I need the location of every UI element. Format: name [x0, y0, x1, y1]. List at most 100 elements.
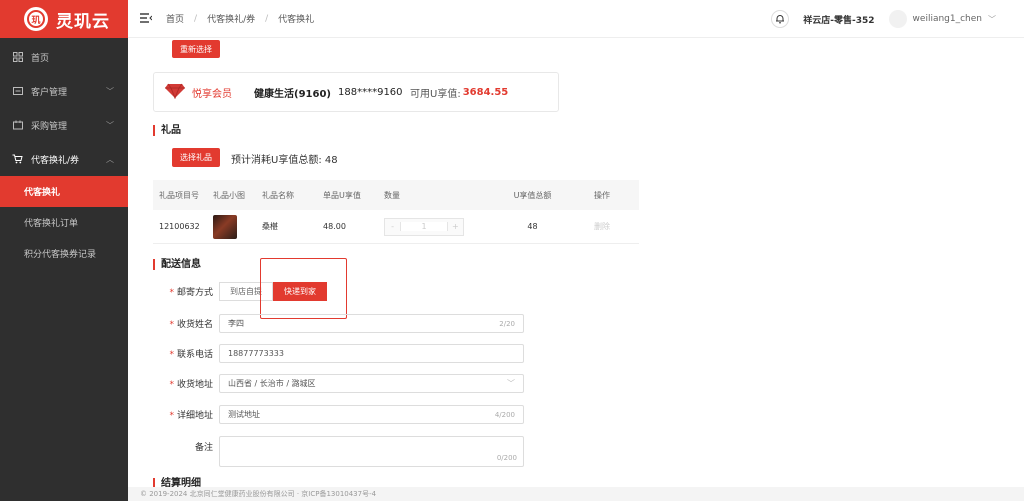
column-header: 操作: [594, 190, 610, 200]
member-level: 悦享会员: [192, 88, 232, 100]
required-mark: *: [169, 350, 174, 360]
label-text: 详细地址: [176, 411, 213, 421]
char-count: 4/200: [494, 410, 515, 419]
balance-value: 3684.55: [462, 86, 509, 98]
column-header: 礼品小图: [213, 190, 245, 200]
form-label: 备注: [194, 443, 213, 453]
sidebar-subitem-gift-exchange[interactable]: 代客换礼: [0, 176, 128, 207]
chevron-down-icon: ﹀: [106, 86, 114, 96]
remark-row: 备注 0/200: [153, 436, 524, 467]
logo[interactable]: 玑 灵玑云: [0, 0, 128, 38]
bell-icon[interactable]: [771, 10, 790, 28]
input-value: 李四: [228, 319, 244, 328]
select-value: 山西省 / 长治市 / 潞城区: [228, 379, 316, 388]
member-phone: 188****9160: [338, 86, 403, 98]
highlight-annotation: [260, 258, 347, 319]
sidebar-item-home[interactable]: 首页: [0, 40, 128, 74]
gift-id: 12100632: [159, 222, 200, 231]
logo-text: 灵玑云: [56, 11, 110, 32]
input-value: 测试地址: [228, 410, 260, 419]
column-header: 礼品项目号: [159, 190, 199, 200]
address-input[interactable]: 测试地址 4/200: [219, 405, 524, 424]
sidebar-item-label: 采购管理: [31, 121, 68, 132]
form-label: * 联系电话: [153, 347, 219, 360]
diamond-icon: [164, 83, 186, 102]
sidebar-subitem-coupon-records[interactable]: 积分代客换券记录: [0, 238, 128, 269]
breadcrumb-separator: /: [265, 13, 269, 24]
decrement-button[interactable]: -: [385, 222, 400, 231]
grid-icon: [12, 52, 23, 63]
table-header: 礼品项目号 礼品小图 礼品名称 单品U享值 数量 U享值总额 操作: [153, 180, 639, 210]
cart-icon: [12, 154, 23, 165]
sidebar-item-label: 客户管理: [31, 87, 68, 98]
breadcrumb-home[interactable]: 首页: [166, 12, 184, 25]
gift-thumbnail-cell: [213, 214, 262, 239]
breadcrumb-gift[interactable]: 代客换礼/券: [207, 12, 255, 25]
top-header: 首页 / 代客换礼/券 / 代客换礼 祥云店-零售-352 weiliang1_…: [128, 0, 1024, 38]
label-text: 邮寄方式: [176, 288, 213, 298]
sidebar-nav: 首页 客户管理 ﹀ 采购管理 ﹀ 代客换礼/券 ︿ 代客换礼 代客换礼订单 积分…: [0, 40, 128, 269]
delete-link[interactable]: 删除: [582, 221, 639, 232]
quantity-cell: - 1 +: [384, 217, 483, 236]
app-root: 玑 灵玑云 首页 客户管理 ﹀ 采购管理 ﹀ 代客换礼/券 ︿ 代客换礼 代客换…: [0, 0, 1024, 501]
main-content: 重新选择 悦享会员 健康生活(9160) 188****9160 可用U享值: …: [128, 38, 1024, 487]
customer-icon: [12, 86, 23, 97]
gift-section-title: 礼品: [153, 125, 181, 136]
address-row: * 详细地址 测试地址 4/200: [153, 405, 524, 424]
table-row: 12100632 桑椹 48.00 - 1 + 48 删除: [153, 210, 639, 244]
gift-thumbnail[interactable]: [213, 214, 237, 239]
sidebar-subitem-gift-orders[interactable]: 代客换礼订单: [0, 207, 128, 238]
username: weiliang1_chen: [912, 14, 982, 24]
required-mark: *: [169, 380, 174, 390]
input-value: 18877773333: [228, 349, 284, 358]
sidebar-item-purchase[interactable]: 采购管理 ﹀: [0, 108, 128, 142]
gift-unit-value: 48.00: [323, 222, 346, 231]
avatar: [888, 10, 907, 28]
region-row: * 收货地址 山西省 / 长治市 / 潞城区 ﹀: [153, 374, 524, 393]
column-header: 数量: [384, 190, 400, 200]
region-select[interactable]: 山西省 / 长治市 / 潞城区 ﹀: [219, 374, 524, 393]
phone-input[interactable]: 18877773333: [219, 344, 524, 363]
form-label: * 邮寄方式: [153, 285, 219, 298]
label-text: 联系电话: [176, 350, 213, 360]
receiver-name-row: * 收货姓名 李四 2/20: [153, 314, 524, 333]
quantity-value[interactable]: 1: [400, 222, 448, 231]
sidebar-item-gift-exchange[interactable]: 代客换礼/券 ︿: [0, 142, 128, 176]
select-gift-button[interactable]: 选择礼品: [172, 148, 220, 167]
label-text: 收货姓名: [176, 320, 213, 330]
member-card: 悦享会员 健康生活(9160) 188****9160 可用U享值: 3684.…: [153, 72, 559, 112]
label-text: 收货地址: [176, 380, 213, 390]
logo-icon: 玑: [24, 7, 48, 31]
sidebar: 玑 灵玑云 首页 客户管理 ﹀ 采购管理 ﹀ 代客换礼/券 ︿ 代客换礼 代客换…: [0, 0, 128, 501]
menu-toggle-icon[interactable]: [140, 12, 154, 25]
chevron-down-icon: ﹀: [507, 379, 515, 388]
sidebar-item-label: 首页: [31, 53, 50, 64]
required-mark: *: [169, 320, 174, 330]
chevron-up-icon: ︿: [106, 154, 114, 164]
sidebar-item-customers[interactable]: 客户管理 ﹀: [0, 74, 128, 108]
delivery-section-title: 配送信息: [153, 259, 201, 270]
gift-table: 礼品项目号 礼品小图 礼品名称 单品U享值 数量 U享值总额 操作 121006…: [153, 180, 639, 244]
store-name[interactable]: 祥云店-零售-352: [803, 13, 874, 26]
char-count: 2/20: [499, 319, 515, 328]
footer: © 2019-2024 北京同仁堂健康药业股份有限公司 · 京ICP备13010…: [128, 487, 1024, 501]
breadcrumb: 首页 / 代客换礼/券 / 代客换礼: [166, 12, 314, 26]
column-header: 礼品名称: [262, 190, 294, 200]
chevron-down-icon: ﹀: [988, 14, 996, 24]
user-menu[interactable]: weiliang1_chen ﹀: [888, 10, 996, 28]
column-header: 单品U享值: [323, 190, 361, 200]
settlement-section-title: 结算明细: [153, 478, 201, 487]
required-mark: *: [169, 288, 174, 298]
char-count: 0/200: [496, 454, 517, 462]
remark-textarea[interactable]: 0/200: [219, 436, 524, 467]
column-header: U享值总额: [513, 190, 552, 200]
gift-name: 桑椹: [262, 222, 278, 231]
quantity-stepper[interactable]: - 1 +: [384, 217, 464, 236]
receiver-name-input[interactable]: 李四 2/20: [219, 314, 524, 333]
header-right: 祥云店-零售-352 weiliang1_chen ﹀: [771, 0, 996, 38]
required-mark: *: [169, 411, 174, 421]
reselect-button[interactable]: 重新选择: [172, 40, 220, 58]
sidebar-item-label: 代客换礼/券: [31, 155, 80, 166]
increment-button[interactable]: +: [448, 222, 463, 231]
phone-row: * 联系电话 18877773333: [153, 344, 524, 363]
